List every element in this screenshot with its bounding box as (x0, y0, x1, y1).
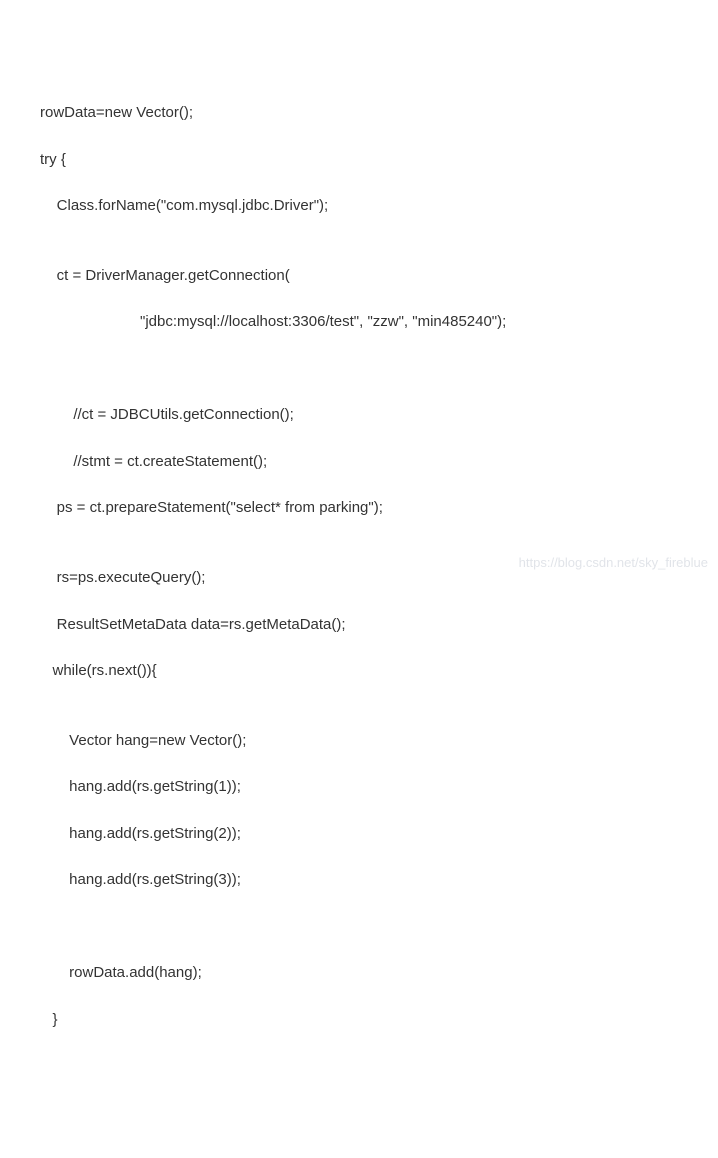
code-line: try { (40, 148, 718, 171)
code-line: rowData.add(hang); (40, 961, 718, 984)
code-line: ct = DriverManager.getConnection( (40, 264, 718, 287)
code-line: //ct = JDBCUtils.getConnection(); (40, 403, 718, 426)
code-line: while(rs.next()){ (40, 659, 718, 682)
code-line: //stmt = ct.createStatement(); (40, 450, 718, 473)
code-line: hang.add(rs.getString(3)); (40, 868, 718, 891)
watermark-text: https://blog.csdn.net/sky_fireblue (519, 553, 708, 573)
code-line: rowData=new Vector(); (40, 101, 718, 124)
code-line: hang.add(rs.getString(1)); (40, 775, 718, 798)
code-line: ps = ct.prepareStatement("select* from p… (40, 496, 718, 519)
code-line: "jdbc:mysql://localhost:3306/test", "zzw… (40, 310, 718, 333)
code-line: Class.forName("com.mysql.jdbc.Driver"); (40, 194, 718, 217)
code-line: ResultSetMetaData data=rs.getMetaData(); (40, 613, 718, 636)
code-line: } (40, 1008, 718, 1031)
code-line: Vector hang=new Vector(); (40, 729, 718, 752)
code-line: hang.add(rs.getString(2)); (40, 822, 718, 845)
